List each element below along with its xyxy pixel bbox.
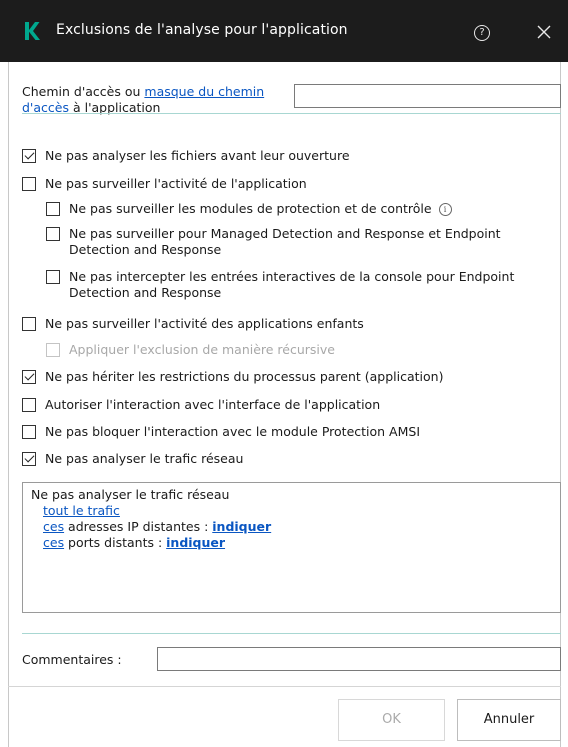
option-no-monitor-app-activity[interactable]: Ne pas surveiller l'activité de l'applic… [22, 176, 307, 192]
option-label: Ne pas analyser les fichiers avant leur … [45, 148, 350, 163]
checkbox[interactable] [46, 270, 60, 284]
path-input[interactable] [294, 84, 561, 108]
all-traffic-link[interactable]: tout le trafic [43, 503, 120, 518]
ports-link[interactable]: ces [43, 535, 64, 550]
checkbox[interactable] [22, 452, 36, 466]
option-no-monitor-mdr-edr[interactable]: Ne pas surveiller pour Managed Detection… [46, 226, 546, 258]
checkbox[interactable] [46, 227, 60, 241]
checkbox[interactable] [22, 317, 36, 331]
path-label: Chemin d'accès ou masque du chemin d'acc… [22, 84, 292, 116]
option-label: Ne pas surveiller l'activité des applica… [45, 316, 364, 331]
frame-border-right [560, 62, 561, 747]
traffic-heading: Ne pas analyser le trafic réseau [31, 487, 230, 502]
option-no-block-amsi[interactable]: Ne pas bloquer l'interaction avec le mod… [22, 424, 420, 440]
help-icon[interactable]: ? [474, 25, 490, 41]
comments-label: Commentaires : [22, 652, 122, 667]
checkbox[interactable] [22, 398, 36, 412]
checkbox[interactable] [22, 370, 36, 384]
kaspersky-logo-icon [25, 22, 40, 40]
option-label: Ne pas surveiller pour Managed Detection… [69, 226, 501, 257]
option-no-scan-before-open[interactable]: Ne pas analyser les fichiers avant leur … [22, 148, 350, 164]
cancel-button[interactable]: Annuler [457, 699, 561, 741]
checkbox[interactable] [22, 425, 36, 439]
option-no-monitor-protection-modules[interactable]: Ne pas surveiller les modules de protect… [46, 201, 452, 217]
option-label: Ne pas intercepter les entrées interacti… [69, 269, 515, 300]
frame-border-left [8, 62, 9, 747]
option-label: Autoriser l'interaction avec l'interface… [45, 397, 381, 412]
option-label: Ne pas analyser le trafic réseau [45, 451, 244, 466]
title-bar: Exclusions de l'analyse pour l'applicati… [0, 0, 568, 62]
footer-divider [8, 686, 561, 687]
close-icon[interactable] [536, 24, 552, 40]
option-no-monitor-child-apps[interactable]: Ne pas surveiller l'activité des applica… [22, 316, 364, 332]
comments-input[interactable] [157, 647, 561, 671]
dialog-content: Chemin d'accès ou masque du chemin d'acc… [0, 62, 568, 747]
ip-addresses-link[interactable]: ces [43, 519, 64, 534]
checkbox[interactable] [46, 202, 60, 216]
traffic-settings-box: Ne pas analyser le trafic réseau tout le… [22, 482, 561, 613]
checkbox[interactable] [22, 177, 36, 191]
ports-text: ports distants : [64, 535, 167, 550]
ip-specify-link[interactable]: indiquer [212, 519, 271, 534]
divider [22, 113, 561, 114]
option-label: Ne pas surveiller les modules de protect… [69, 201, 452, 217]
option-label: Ne pas surveiller l'activité de l'applic… [45, 176, 307, 191]
checkbox[interactable] [22, 149, 36, 163]
ok-button[interactable]: OK [338, 699, 445, 741]
path-label-prefix: Chemin d'accès ou [22, 84, 145, 99]
ports-specify-link[interactable]: indiquer [166, 535, 225, 550]
option-label: Appliquer l'exclusion de manière récursi… [69, 342, 335, 357]
ip-addresses-text: adresses IP distantes : [64, 519, 213, 534]
option-no-scan-network-traffic[interactable]: Ne pas analyser le trafic réseau [22, 451, 243, 467]
option-label: Ne pas hériter les restrictions du proce… [45, 369, 444, 384]
option-no-intercept-console-input[interactable]: Ne pas intercepter les entrées interacti… [46, 269, 546, 301]
option-label: Ne pas bloquer l'interaction avec le mod… [45, 424, 421, 439]
option-allow-interface-interaction[interactable]: Autoriser l'interaction avec l'interface… [22, 397, 380, 413]
info-icon[interactable]: i [438, 203, 452, 216]
divider [22, 633, 561, 634]
option-no-inherit-parent-restrictions[interactable]: Ne pas hériter les restrictions du proce… [22, 369, 443, 385]
window-title: Exclusions de l'analyse pour l'applicati… [56, 22, 348, 38]
option-apply-recursive: Appliquer l'exclusion de manière récursi… [46, 342, 335, 358]
checkbox [46, 343, 60, 357]
